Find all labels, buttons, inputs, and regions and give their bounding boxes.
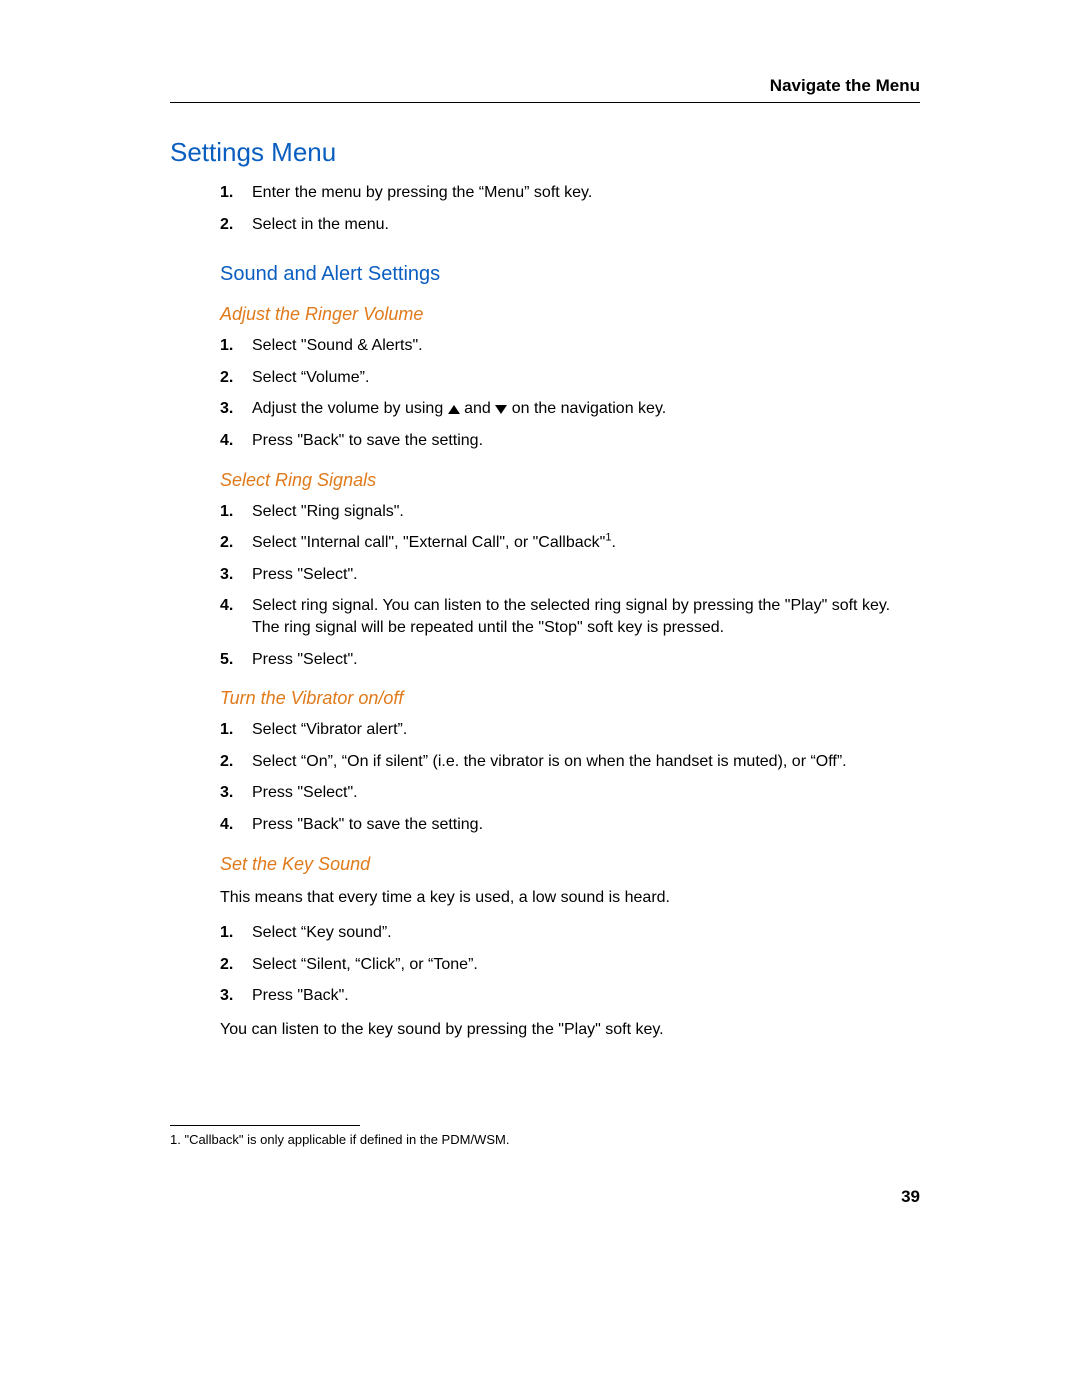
steps-turn-vibrator: 1. Select “Vibrator alert”. 2. Select “O… (170, 719, 920, 835)
step-number: 1. (220, 719, 252, 741)
step-number: 2. (220, 532, 252, 554)
page-header-right: Navigate the Menu (170, 76, 920, 103)
step-text-b: . (611, 534, 615, 551)
step-text: Enter the menu by pressing the “Menu” so… (252, 182, 920, 204)
list-item: 1. Select “Vibrator alert”. (220, 719, 920, 741)
up-arrow-icon (448, 405, 460, 414)
step-text: Select “Silent, “Click”, or “Tone”. (252, 954, 920, 976)
step-number: 1. (220, 501, 252, 523)
step-number: 4. (220, 814, 252, 836)
step-number: 1. (220, 922, 252, 944)
page-number: 39 (901, 1187, 920, 1207)
step-number: 4. (220, 430, 252, 452)
step-text: Select "Internal call", "External Call",… (252, 532, 920, 554)
list-item: 3. Press "Select". (220, 564, 920, 586)
list-item: 5. Press "Select". (220, 649, 920, 671)
step-text: Select in the menu. (252, 214, 920, 236)
document-page: Navigate the Menu Settings Menu 1. Enter… (0, 0, 1080, 1397)
list-item: 1. Select "Sound & Alerts". (220, 335, 920, 357)
list-item: 2. Select “On”, “On if silent” (i.e. the… (220, 751, 920, 773)
step-text: Press "Select". (252, 782, 920, 804)
intro-steps: 1. Enter the menu by pressing the “Menu”… (170, 182, 920, 235)
list-item: 4. Select ring signal. You can listen to… (220, 595, 920, 638)
list-item: 2. Select “Volume”. (220, 367, 920, 389)
step-text: Press "Select". (252, 564, 920, 586)
steps-set-key-sound: 1. Select “Key sound”. 2. Select “Silent… (170, 922, 920, 1007)
paragraph-keysound-trail: You can listen to the key sound by press… (170, 1019, 920, 1041)
heading-set-key-sound: Set the Key Sound (170, 854, 920, 875)
list-item: 2. Select "Internal call", "External Cal… (220, 532, 920, 554)
step-number: 3. (220, 398, 252, 420)
list-item: 4. Press "Back" to save the setting. (220, 430, 920, 452)
down-arrow-icon (495, 405, 507, 414)
step-text: Press "Select". (252, 649, 920, 671)
step-text-a: Adjust the volume by using (252, 400, 448, 417)
list-item: 3. Press "Back". (220, 985, 920, 1007)
step-number: 1. (220, 335, 252, 357)
step-number: 2. (220, 751, 252, 773)
step-number: 3. (220, 985, 252, 1007)
step-text-a: Select "Internal call", "External Call",… (252, 534, 605, 551)
heading-turn-vibrator: Turn the Vibrator on/off (170, 688, 920, 709)
step-number: 5. (220, 649, 252, 671)
step-text: Press "Back". (252, 985, 920, 1007)
step-text: Select "Sound & Alerts". (252, 335, 920, 357)
steps-adjust-ringer-volume: 1. Select "Sound & Alerts". 2. Select “V… (170, 335, 920, 451)
footnote-area: 1. "Callback" is only applicable if defi… (170, 1125, 770, 1147)
step-text: Select “Volume”. (252, 367, 920, 389)
heading-sound-alert-settings: Sound and Alert Settings (170, 263, 920, 286)
step-text: Select ring signal. You can listen to th… (252, 595, 920, 638)
list-item: 3. Press "Select". (220, 782, 920, 804)
step-text: Select “Key sound”. (252, 922, 920, 944)
heading-adjust-ringer-volume: Adjust the Ringer Volume (170, 304, 920, 325)
list-item: 3. Adjust the volume by using and on the… (220, 398, 920, 420)
step-text: Select “On”, “On if silent” (i.e. the vi… (252, 751, 920, 773)
step-number: 2. (220, 367, 252, 389)
footnote-text: 1. "Callback" is only applicable if defi… (170, 1132, 770, 1147)
heading-select-ring-signals: Select Ring Signals (170, 470, 920, 491)
heading-settings-menu: Settings Menu (170, 137, 920, 168)
list-item: 2. Select “Silent, “Click”, or “Tone”. (220, 954, 920, 976)
step-number: 4. (220, 595, 252, 617)
step-number: 3. (220, 782, 252, 804)
list-item: 2. Select in the menu. (220, 214, 920, 236)
step-text: Adjust the volume by using and on the na… (252, 398, 920, 420)
paragraph-keysound-lead: This means that every time a key is used… (170, 887, 920, 909)
steps-select-ring-signals: 1. Select "Ring signals". 2. Select "Int… (170, 501, 920, 671)
list-item: 4. Press "Back" to save the setting. (220, 814, 920, 836)
step-text: Select "Ring signals". (252, 501, 920, 523)
step-text: Select “Vibrator alert”. (252, 719, 920, 741)
list-item: 1. Select "Ring signals". (220, 501, 920, 523)
step-number: 2. (220, 214, 252, 236)
step-number: 2. (220, 954, 252, 976)
footnote-rule (170, 1125, 360, 1126)
step-text: Press "Back" to save the setting. (252, 430, 920, 452)
step-text-c: on the navigation key. (512, 400, 666, 417)
list-item: 1. Select “Key sound”. (220, 922, 920, 944)
step-text-b: and (464, 400, 495, 417)
step-text: Press "Back" to save the setting. (252, 814, 920, 836)
step-number: 3. (220, 564, 252, 586)
step-number: 1. (220, 182, 252, 204)
list-item: 1. Enter the menu by pressing the “Menu”… (220, 182, 920, 204)
